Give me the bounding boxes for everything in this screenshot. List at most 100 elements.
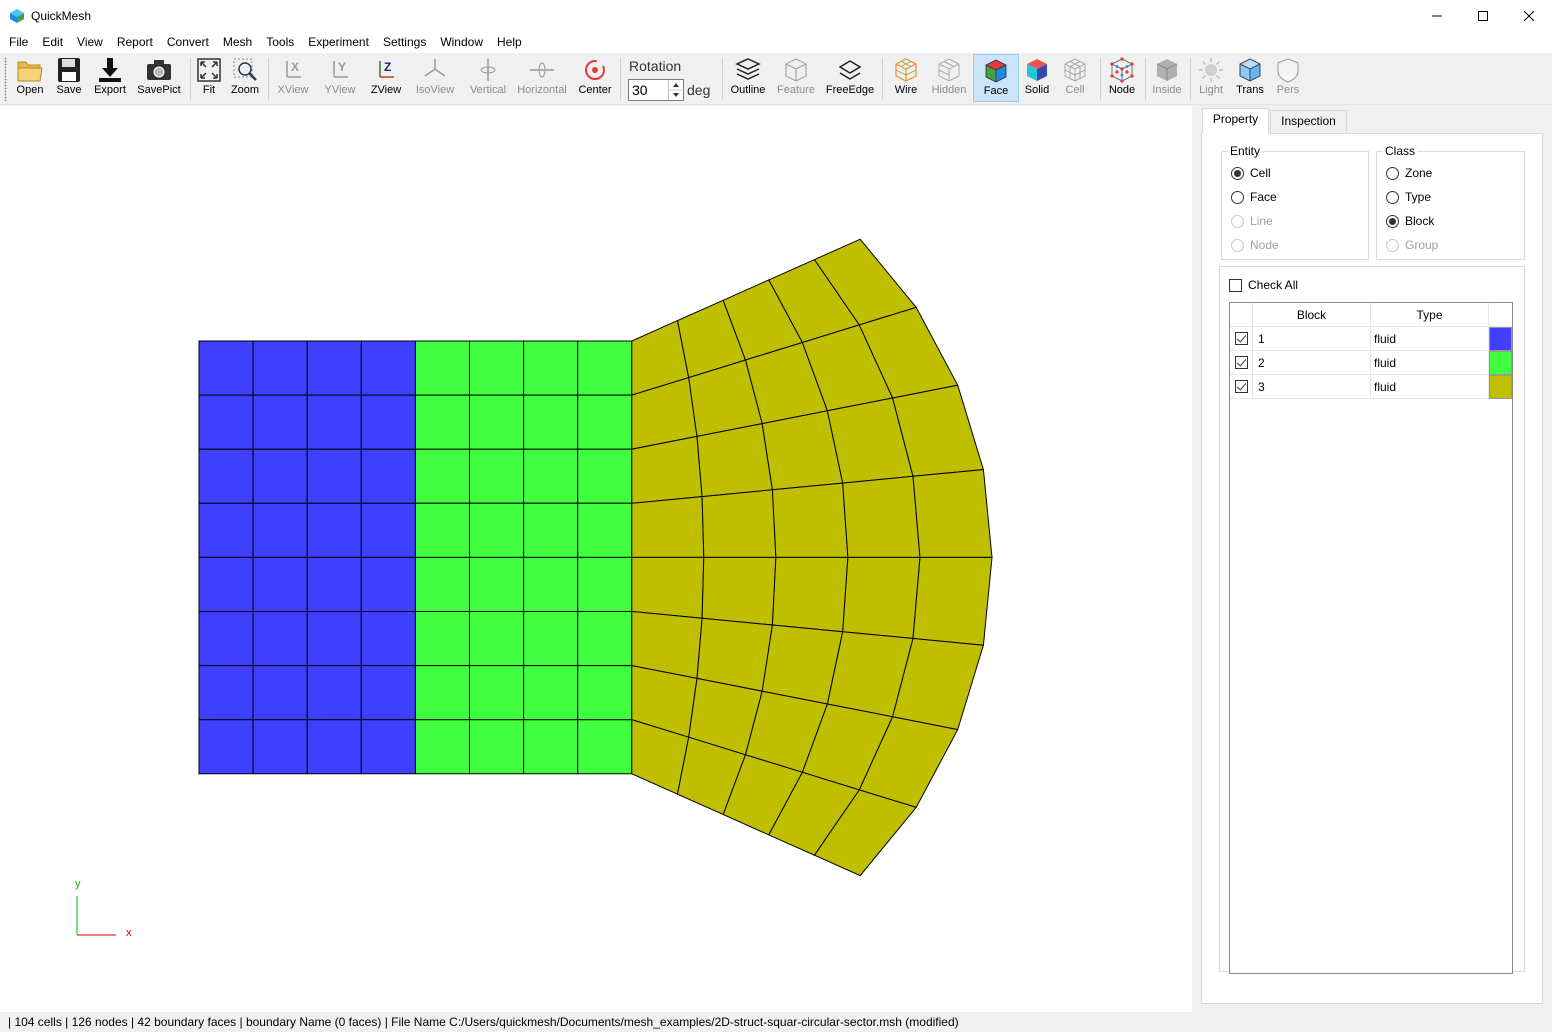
mesh-cell-block3[interactable]	[771, 482, 849, 558]
mesh-cell-block2[interactable]	[577, 502, 633, 558]
row-checkbox-cell[interactable]	[1230, 351, 1253, 375]
check-all-checkbox[interactable]: Check All	[1229, 278, 1298, 292]
pers-button[interactable]: Pers	[1272, 54, 1304, 102]
mesh-cell-block2[interactable]	[577, 394, 633, 450]
mesh-cell-block2[interactable]	[523, 394, 579, 450]
mesh-viewport[interactable]: y x	[0, 106, 1192, 1012]
menu-report[interactable]: Report	[110, 32, 160, 52]
menu-view[interactable]: View	[70, 32, 110, 52]
mesh-cell-block2[interactable]	[577, 448, 633, 504]
mesh-cell-block3[interactable]	[842, 475, 921, 558]
mesh-cell-block3[interactable]	[701, 489, 777, 558]
row-checkbox-cell[interactable]	[1230, 327, 1253, 351]
menu-help[interactable]: Help	[490, 32, 529, 52]
panel-splitter[interactable]	[1192, 106, 1200, 1012]
fit-button[interactable]: Fit	[194, 54, 224, 102]
mesh-cell-block2[interactable]	[414, 340, 470, 396]
class-radio-block[interactable]: Block	[1386, 214, 1434, 228]
mesh-cell-block2[interactable]	[469, 394, 525, 450]
mesh-cell-block2[interactable]	[523, 502, 579, 558]
mesh-cell-block2[interactable]	[469, 719, 525, 775]
mesh-cell-block1[interactable]	[252, 394, 308, 450]
mesh-cell-block1[interactable]	[252, 502, 308, 558]
tab-inspection[interactable]: Inspection	[1270, 110, 1347, 133]
mesh-cell-block2[interactable]	[577, 611, 633, 667]
entity-radio-line[interactable]: Line	[1231, 214, 1273, 228]
node-button[interactable]: Node	[1105, 54, 1139, 102]
inside-button[interactable]: Inside	[1150, 54, 1184, 102]
mesh-cell-block2[interactable]	[523, 719, 579, 775]
mesh-cell-block2[interactable]	[523, 448, 579, 504]
open-button[interactable]: Open	[12, 54, 48, 102]
mesh-cell-block1[interactable]	[252, 611, 308, 667]
mesh-cell-block1[interactable]	[360, 556, 416, 612]
entity-radio-node[interactable]: Node	[1231, 238, 1279, 252]
mesh-cell-block1[interactable]	[198, 394, 254, 450]
light-button[interactable]: Light	[1196, 54, 1226, 102]
mesh-cell-block1[interactable]	[252, 556, 308, 612]
mesh-cell-block2[interactable]	[469, 611, 525, 667]
export-button[interactable]: Export	[90, 54, 130, 102]
solid-button[interactable]: Solid	[1022, 54, 1052, 102]
zview-button[interactable]: Z ZView	[366, 54, 406, 102]
mesh-cell-block2[interactable]	[577, 719, 633, 775]
mesh-cell-block1[interactable]	[360, 611, 416, 667]
mesh-cell-block1[interactable]	[252, 665, 308, 721]
mesh-cell-block3[interactable]	[631, 496, 705, 558]
cell-button[interactable]: Cell	[1060, 54, 1090, 102]
menu-mesh[interactable]: Mesh	[216, 32, 259, 52]
yview-button[interactable]: Y YView	[320, 54, 360, 102]
mesh-cell-block2[interactable]	[414, 448, 470, 504]
vertical-button[interactable]: Vertical	[466, 54, 510, 102]
feature-button[interactable]: Feature	[774, 54, 818, 102]
tab-property[interactable]: Property	[1202, 108, 1269, 134]
mesh-cell-block1[interactable]	[198, 502, 254, 558]
mesh-cell-block1[interactable]	[198, 340, 254, 396]
close-button[interactable]	[1506, 0, 1552, 31]
mesh-cell-block1[interactable]	[360, 394, 416, 450]
row-checkbox-cell[interactable]	[1230, 375, 1253, 399]
header-block[interactable]: Block	[1253, 303, 1371, 327]
table-row[interactable]: 1 fluid	[1230, 327, 1512, 351]
save-button[interactable]: Save	[52, 54, 86, 102]
mesh-cell-block1[interactable]	[252, 719, 308, 775]
mesh-cell-block2[interactable]	[414, 611, 470, 667]
mesh-cell-block1[interactable]	[306, 611, 362, 667]
mesh-cell-block2[interactable]	[577, 556, 633, 612]
class-radio-group[interactable]: Group	[1386, 238, 1438, 252]
mesh-cell-block1[interactable]	[360, 665, 416, 721]
menu-convert[interactable]: Convert	[160, 32, 216, 52]
menu-tools[interactable]: Tools	[259, 32, 301, 52]
checkbox-checked[interactable]	[1234, 356, 1248, 369]
mesh-cell-block3[interactable]	[912, 469, 993, 558]
mesh-cell-block3[interactable]	[912, 556, 993, 646]
savepict-button[interactable]: SavePict	[135, 54, 183, 102]
menu-experiment[interactable]: Experiment	[301, 32, 376, 52]
table-row[interactable]: 3 fluid	[1230, 375, 1512, 399]
rotation-spinner[interactable]	[668, 80, 683, 100]
mesh-cell-block2[interactable]	[414, 719, 470, 775]
mesh-cell-block2[interactable]	[523, 556, 579, 612]
mesh-cell-block1[interactable]	[252, 340, 308, 396]
mesh-cell-block1[interactable]	[198, 611, 254, 667]
maximize-button[interactable]	[1460, 0, 1506, 31]
center-button[interactable]: Center	[576, 54, 614, 102]
block-color-swatch[interactable]	[1489, 375, 1512, 399]
mesh-cell-block1[interactable]	[198, 665, 254, 721]
mesh-cell-block1[interactable]	[360, 719, 416, 775]
mesh-cell-block2[interactable]	[414, 665, 470, 721]
checkbox-checked[interactable]	[1234, 380, 1248, 393]
mesh-cell-block2[interactable]	[523, 340, 579, 396]
mesh-cell-block1[interactable]	[198, 719, 254, 775]
mesh-cell-block2[interactable]	[414, 394, 470, 450]
mesh-cell-block1[interactable]	[198, 556, 254, 612]
mesh-cell-block1[interactable]	[306, 340, 362, 396]
mesh-cell-block2[interactable]	[469, 448, 525, 504]
menu-window[interactable]: Window	[433, 32, 490, 52]
minimize-button[interactable]	[1414, 0, 1460, 31]
mesh-cell-block1[interactable]	[360, 502, 416, 558]
entity-radio-cell[interactable]: Cell	[1231, 166, 1271, 180]
mesh-cell-block3[interactable]	[771, 556, 849, 633]
table-row[interactable]: 2 fluid	[1230, 351, 1512, 375]
menu-file[interactable]: File	[2, 32, 35, 52]
